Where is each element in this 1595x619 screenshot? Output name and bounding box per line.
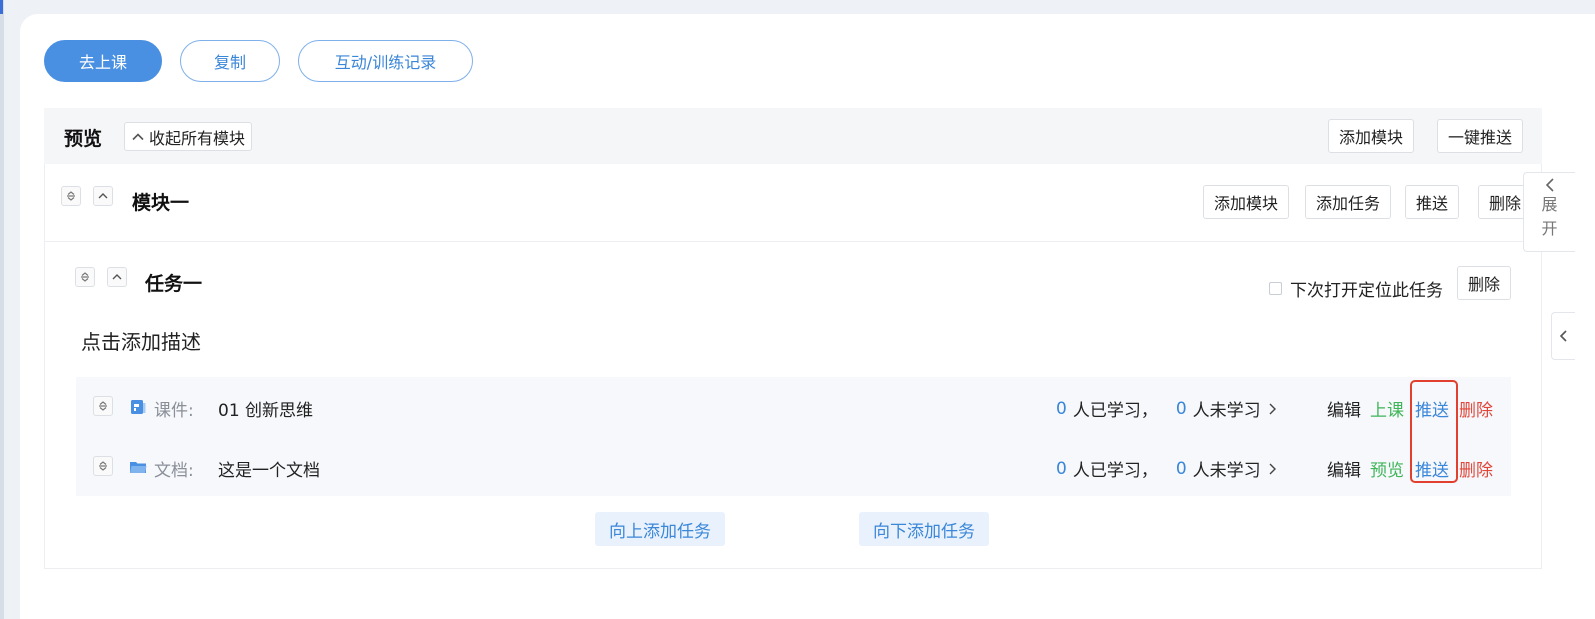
courseware-icon: [131, 400, 146, 414]
item-drag-sort-icon[interactable]: [93, 396, 113, 416]
chevron-left-icon: [1559, 330, 1567, 342]
module-push-button[interactable]: 推送: [1405, 185, 1460, 219]
go-to-class-button[interactable]: 去上课: [44, 40, 162, 82]
item-edit-link[interactable]: 编辑: [1327, 396, 1361, 421]
interaction-records-button[interactable]: 互动/训练记录: [298, 40, 473, 82]
item-delete-link[interactable]: 删除: [1459, 396, 1493, 421]
learned-count: 0: [1056, 458, 1067, 479]
learning-stats[interactable]: 0 人已学习， 0 人未学习: [1056, 396, 1277, 421]
task-title: 任务一: [145, 273, 203, 295]
left-edge-strip: [0, 0, 4, 619]
drag-sort-icon[interactable]: [61, 186, 81, 206]
side-expand-tab[interactable]: 展 开: [1523, 172, 1575, 252]
module-container: 模块一 添加模块 添加任务 推送 删除 任务一 下次打开定位此任务 删除 点击添…: [44, 164, 1543, 569]
collapse-all-label: 收起所有模块: [149, 128, 246, 148]
expand-label-2: 开: [1541, 219, 1558, 238]
task-chevron-up-icon[interactable]: [107, 267, 127, 287]
unlearned-count: 0: [1175, 398, 1187, 419]
chevron-left-icon: [1545, 178, 1554, 192]
checkbox[interactable]: [1269, 282, 1282, 295]
add-module-button[interactable]: 添加模块: [1328, 119, 1415, 153]
item-type-label: 文档:: [154, 461, 194, 481]
item-edit-link[interactable]: 编辑: [1327, 456, 1361, 481]
item-type-label: 课件:: [154, 401, 194, 421]
task-delete-button[interactable]: 删除: [1457, 266, 1512, 300]
chevron-up-icon: [132, 132, 144, 140]
locate-task-checkbox[interactable]: 下次打开定位此任务: [1269, 276, 1443, 301]
collapse-all-modules-button[interactable]: 收起所有模块: [124, 122, 253, 151]
push-highlight-box: [1410, 380, 1458, 483]
preview-title: 预览: [64, 128, 103, 150]
add-task-below-button[interactable]: 向下添加任务: [859, 512, 989, 546]
unlearned-count: 0: [1175, 458, 1187, 479]
unlearned-text: 人未学习: [1192, 461, 1261, 481]
module-add-task-button[interactable]: 添加任务: [1305, 185, 1392, 219]
side-collapse-arrow[interactable]: [1551, 312, 1575, 360]
list-item: 文档: 这是一个文档 0 人已学习， 0 人未学习 编辑 预览 推送 删除: [76, 437, 1511, 497]
chevron-right-icon: [1269, 463, 1276, 474]
add-task-above-button[interactable]: 向上添加任务: [595, 512, 725, 546]
task-drag-sort-icon[interactable]: [75, 267, 95, 287]
push-all-button[interactable]: 一键推送: [1437, 119, 1524, 153]
item-name[interactable]: 这是一个文档: [218, 456, 320, 481]
chevron-up-icon[interactable]: [93, 186, 113, 206]
learning-stats[interactable]: 0 人已学习， 0 人未学习: [1056, 456, 1277, 481]
folder-icon: [130, 462, 147, 473]
task-items-list: 课件: 01 创新思维 0 人已学习， 0 人未学习 编辑 上课 推送 删除 文…: [76, 377, 1511, 496]
locate-task-label: 下次打开定位此任务: [1290, 281, 1443, 301]
chevron-right-icon: [1269, 403, 1276, 414]
main-panel: 去上课 复制 互动/训练记录 预览 收起所有模块 添加模块 一键推送 模块一 添…: [20, 14, 1595, 619]
item-drag-sort-icon[interactable]: [93, 456, 113, 476]
learned-text: 人已学习，: [1072, 461, 1158, 481]
module-title: 模块一: [132, 192, 190, 214]
task-description[interactable]: 点击添加描述: [81, 326, 201, 355]
top-button-row: 去上课 复制 互动/训练记录: [44, 40, 473, 82]
learned-text: 人已学习，: [1072, 401, 1158, 421]
module-header: 模块一 添加模块 添加任务 推送 删除: [45, 164, 1543, 242]
learned-count: 0: [1056, 398, 1067, 419]
preview-bar: 预览 收起所有模块 添加模块 一键推送: [44, 108, 1542, 164]
item-start-class-link[interactable]: 上课: [1370, 396, 1404, 421]
item-preview-link[interactable]: 预览: [1370, 456, 1404, 481]
module-add-module-button[interactable]: 添加模块: [1203, 185, 1290, 219]
copy-button[interactable]: 复制: [180, 40, 280, 82]
list-item: 课件: 01 创新思维 0 人已学习， 0 人未学习 编辑 上课 推送 删除: [76, 377, 1511, 437]
item-delete-link[interactable]: 删除: [1459, 456, 1493, 481]
expand-label-1: 展: [1541, 195, 1558, 214]
unlearned-text: 人未学习: [1192, 401, 1261, 421]
item-name[interactable]: 01 创新思维: [218, 396, 313, 421]
